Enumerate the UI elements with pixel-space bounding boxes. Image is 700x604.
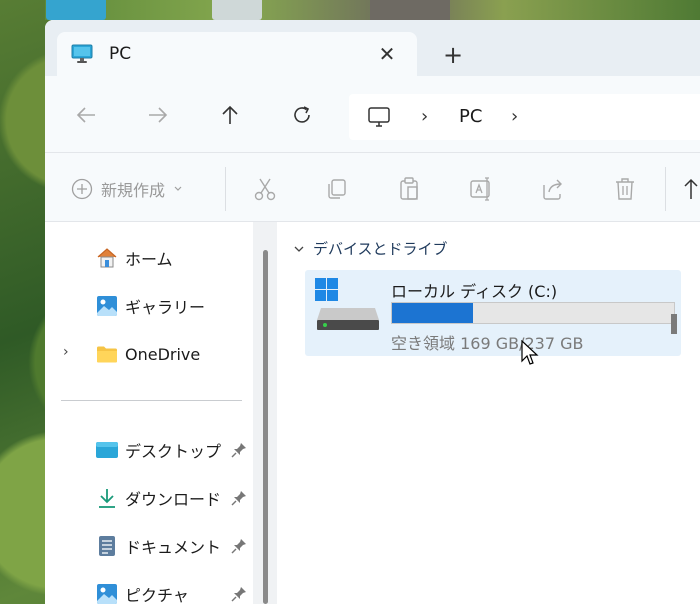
monitor-icon (71, 44, 93, 63)
partial-drive-tile[interactable] (671, 314, 677, 334)
sidebar-divider (61, 400, 242, 401)
desktop-wallpaper-road (370, 0, 450, 20)
new-tab-button[interactable]: + (439, 41, 467, 69)
drive-usage-bar (391, 302, 675, 324)
navigation-bar: › PC › (45, 76, 700, 152)
sidebar-item-desktop[interactable]: デスクトップ (95, 436, 221, 464)
sidebar-item-label: ギャラリー (125, 298, 206, 317)
refresh-icon (294, 106, 310, 123)
pin-icon[interactable] (231, 490, 247, 506)
sidebar-item-label: デスクトップ (125, 442, 222, 461)
tab-pc[interactable]: PC ✕ (57, 32, 417, 76)
mouse-cursor-icon (521, 340, 539, 365)
paste-icon[interactable] (395, 175, 423, 203)
download-icon (99, 489, 115, 508)
up-button[interactable] (215, 100, 245, 130)
drive-name: ローカル ディスク (C:) (391, 282, 558, 301)
copy-icon[interactable] (323, 175, 351, 203)
main-pane: デバイスとドライブ ローカル ディスク (C:) 空き領域 169 GB/237… (277, 222, 700, 604)
sidebar-item-label: ドキュメント (125, 538, 222, 557)
file-explorer-window: PC ✕ + › PC › 新規作成 ホーム ギャラリー › OneDrive … (45, 20, 700, 604)
folder-icon (97, 346, 117, 363)
desktop-icon-partial[interactable] (46, 0, 106, 20)
chevron-down-icon (174, 186, 182, 191)
toolbar-divider (665, 167, 666, 211)
share-icon[interactable] (539, 175, 567, 203)
arrow-up-icon (222, 105, 238, 124)
sidebar-item-label: OneDrive (125, 344, 201, 364)
gallery-icon (97, 296, 117, 316)
back-button[interactable] (71, 100, 101, 130)
arrow-right-icon (149, 107, 168, 123)
rename-icon[interactable] (467, 175, 495, 203)
drive-usage-fill (392, 303, 473, 323)
drive-tile-c[interactable]: ローカル ディスク (C:) 空き領域 169 GB/237 GB (305, 270, 681, 356)
drive-free-space: 空き領域 169 GB/237 GB (391, 334, 584, 353)
sidebar-item-label: ピクチャ (125, 586, 189, 604)
arrow-left-icon (76, 107, 95, 123)
content-area: ホーム ギャラリー › OneDrive デスクトップ ダウンロード ドキュメン… (45, 222, 700, 604)
breadcrumb-pc[interactable]: PC (459, 106, 482, 127)
close-tab-button[interactable]: ✕ (373, 40, 401, 68)
command-bar: 新規作成 (45, 152, 700, 222)
sidebar-item-gallery[interactable]: ギャラリー (95, 292, 205, 320)
sidebar-item-label: ダウンロード (125, 490, 222, 509)
forward-button[interactable] (143, 100, 173, 130)
document-icon (99, 536, 115, 556)
new-button-label: 新規作成 (101, 181, 166, 200)
desktop-icon-partial[interactable] (212, 0, 262, 20)
monitor-icon (368, 107, 390, 127)
address-bar[interactable]: › PC › (349, 94, 700, 140)
sidebar-item-label: ホーム (125, 250, 173, 269)
tab-bar: PC ✕ + (45, 20, 700, 76)
hard-drive-icon (315, 278, 379, 330)
sidebar-item-pictures[interactable]: ピクチャ (95, 580, 189, 604)
refresh-button[interactable] (287, 100, 317, 130)
new-button[interactable]: 新規作成 (71, 177, 183, 201)
sidebar-item-downloads[interactable]: ダウンロード (95, 484, 221, 512)
cut-icon[interactable] (251, 175, 279, 203)
chevron-right-icon[interactable]: › (421, 106, 428, 127)
group-header-label: デバイスとドライブ (313, 240, 448, 258)
navigation-pane: ホーム ギャラリー › OneDrive デスクトップ ダウンロード ドキュメン… (45, 222, 253, 604)
chevron-right-icon[interactable]: › (63, 344, 69, 360)
tab-title: PC (109, 44, 132, 64)
home-icon (97, 248, 117, 268)
sidebar-item-home[interactable]: ホーム (95, 244, 173, 272)
sidebar-scrollbar-thumb[interactable] (263, 250, 268, 604)
group-header-devices[interactable]: デバイスとドライブ (293, 238, 448, 259)
pictures-icon (97, 584, 117, 604)
plus-circle-icon (71, 178, 93, 200)
sidebar-item-onedrive[interactable]: OneDrive (95, 340, 200, 368)
chevron-right-icon[interactable]: › (511, 106, 518, 127)
desktop-icon (96, 442, 118, 458)
toolbar-divider (225, 167, 226, 211)
pin-icon[interactable] (231, 538, 247, 554)
pin-icon[interactable] (231, 586, 247, 602)
trash-icon[interactable] (611, 175, 639, 203)
chevron-down-icon (294, 246, 304, 252)
sidebar-item-documents[interactable]: ドキュメント (95, 532, 221, 560)
sort-icon[interactable] (681, 175, 700, 203)
pin-icon[interactable] (231, 442, 247, 458)
